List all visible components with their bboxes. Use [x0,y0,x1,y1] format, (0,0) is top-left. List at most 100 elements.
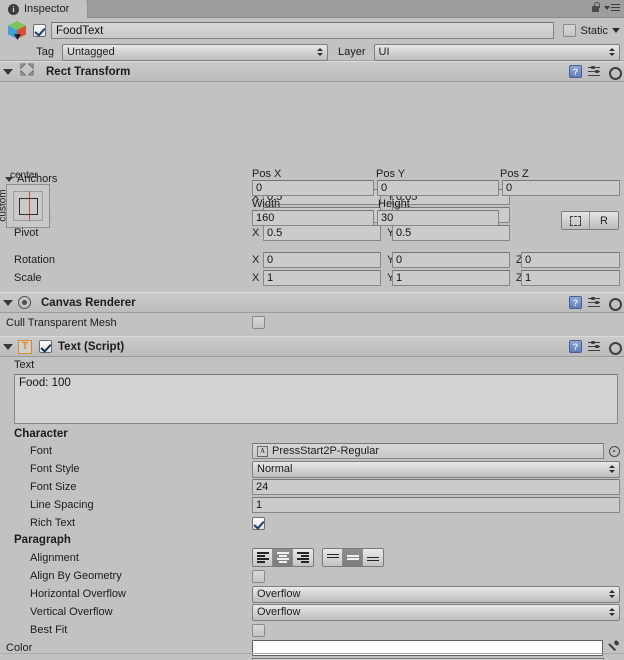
height-field[interactable]: 30 [377,210,499,226]
preset-icon[interactable] [588,296,601,309]
font-size-field[interactable]: 24 [252,479,620,495]
blueprint-mode-icon[interactable] [562,212,590,229]
scale-x-field[interactable]: 1 [263,270,381,286]
scale-z-field[interactable]: 1 [521,270,620,286]
anchor-preset-top-label: center [10,170,38,181]
character-section-header: Character [0,426,624,442]
static-checkbox[interactable] [563,24,577,37]
pivot-x-axis-label: X [252,227,260,239]
preset-icon[interactable] [588,65,601,78]
align-by-geometry-label: Align By Geometry [30,570,122,582]
horizontal-overflow-label: Horizontal Overflow [30,588,126,600]
rich-text-row: Rich Text [0,514,624,532]
paragraph-section-header: Paragraph [0,532,624,548]
hamburger-menu-icon[interactable] [604,3,620,12]
component-header-rect-transform[interactable]: Rect Transform ? [0,61,624,82]
horizontal-alignment-group[interactable] [252,548,314,567]
rot-y-axis-label: Y [387,254,395,266]
align-center-icon[interactable] [273,549,293,566]
scale-label: Scale [14,272,42,284]
tab-inspector[interactable]: i Inspector [0,0,89,18]
vertical-overflow-dropdown[interactable]: Overflow [252,603,620,621]
layer-value: UI [378,46,390,58]
rotation-row: Rotation X 0 Y 0 Z 0 [0,251,624,269]
component-title: Canvas Renderer [41,296,136,309]
pivot-y-axis-label: Y [387,227,395,239]
width-field[interactable]: 160 [252,210,374,226]
help-icon[interactable]: ? [569,340,582,353]
scale-y-axis-label: Y [387,272,395,284]
horizontal-overflow-dropdown[interactable]: Overflow [252,585,620,603]
align-by-geometry-row: Align By Geometry [0,567,624,585]
rect-mode-buttons[interactable]: R [561,211,619,230]
font-value: PressStart2P-Regular [272,445,379,457]
cull-transparent-mesh-checkbox[interactable] [252,316,265,329]
rect-transform-body: center custom Pos X Pos Y Pos Z 0 0 0 Wi… [0,82,624,230]
align-top-icon[interactable] [323,549,343,566]
align-left-icon[interactable] [253,549,273,566]
vertical-alignment-group[interactable] [322,548,384,567]
character-label: Character [14,428,68,440]
gear-icon[interactable] [607,340,622,355]
cube-icon [6,20,28,41]
pos-z-field[interactable]: 0 [502,180,620,196]
rot-z-axis-label: Z [516,254,523,266]
vertical-overflow-value: Overflow [257,606,301,618]
anchor-preset-widget[interactable] [6,184,50,228]
font-style-value: Normal [257,463,293,475]
pivot-label: Pivot [14,227,39,239]
vertical-overflow-label: Vertical Overflow [30,606,113,618]
rotation-z-field[interactable]: 0 [521,252,620,268]
text-script-enabled-checkbox[interactable] [39,340,52,353]
line-spacing-field[interactable]: 1 [252,497,620,513]
chevron-down-icon[interactable] [612,28,620,33]
inspector-tabbar: i Inspector [0,0,624,18]
rotation-x-field[interactable]: 0 [263,252,381,268]
pivot-y-field[interactable]: 0.5 [392,225,510,241]
font-style-dropdown[interactable]: Normal [252,460,620,478]
foldout-arrow-icon[interactable] [3,343,13,350]
pos-x-label: Pos X [252,168,282,180]
gameobject-enabled-checkbox[interactable] [33,24,46,37]
text-label: Text [14,358,35,371]
help-icon[interactable]: ? [569,296,582,309]
gameobject-name-field[interactable]: FoodText [51,22,555,39]
font-style-row: Font Style Normal [0,460,624,478]
tag-dropdown[interactable]: Untagged [62,43,328,61]
align-middle-icon[interactable] [343,549,363,566]
align-right-icon[interactable] [293,549,313,566]
gear-icon[interactable] [607,296,622,311]
font-picker-icon[interactable] [609,445,620,457]
font-size-row: Font Size 24 [0,478,624,496]
pivot-x-field[interactable]: 0.5 [263,225,381,241]
best-fit-checkbox[interactable] [252,623,265,637]
align-bottom-icon[interactable] [363,549,383,566]
gear-icon[interactable] [607,65,622,80]
pos-x-field[interactable]: 0 [252,180,374,196]
foldout-arrow-icon[interactable] [3,299,13,306]
font-object-field[interactable]: A PressStart2P-Regular [252,443,604,459]
rich-text-checkbox[interactable] [252,516,265,530]
help-icon[interactable]: ? [569,65,582,78]
static-control[interactable]: Static [559,24,620,37]
rotation-y-field[interactable]: 0 [392,252,510,268]
font-size-label: Font Size [30,481,77,493]
scale-row: Scale X 1 Y 1 Z 1 [0,269,624,287]
pos-y-field[interactable]: 0 [377,180,499,196]
scale-z-axis-label: Z [516,272,523,284]
height-label: Height [378,198,410,210]
preset-icon[interactable] [588,340,601,353]
line-spacing-row: Line Spacing 1 [0,496,624,514]
text-value-textarea[interactable]: Food: 100 [14,374,618,424]
align-by-geometry-checkbox[interactable] [252,569,265,583]
component-header-text-script[interactable]: T Text (Script) ? [0,336,624,357]
scale-x-axis-label: X [252,272,260,284]
cull-transparent-mesh-label: Cull Transparent Mesh [6,316,117,329]
line-spacing-label: Line Spacing [30,499,94,511]
lock-icon[interactable] [591,2,600,13]
layer-dropdown[interactable]: UI [373,43,620,61]
component-header-canvas-renderer[interactable]: Canvas Renderer ? [0,292,624,313]
foldout-arrow-icon[interactable] [3,68,13,75]
raw-edit-mode-button[interactable]: R [590,212,618,229]
scale-y-field[interactable]: 1 [392,270,510,286]
